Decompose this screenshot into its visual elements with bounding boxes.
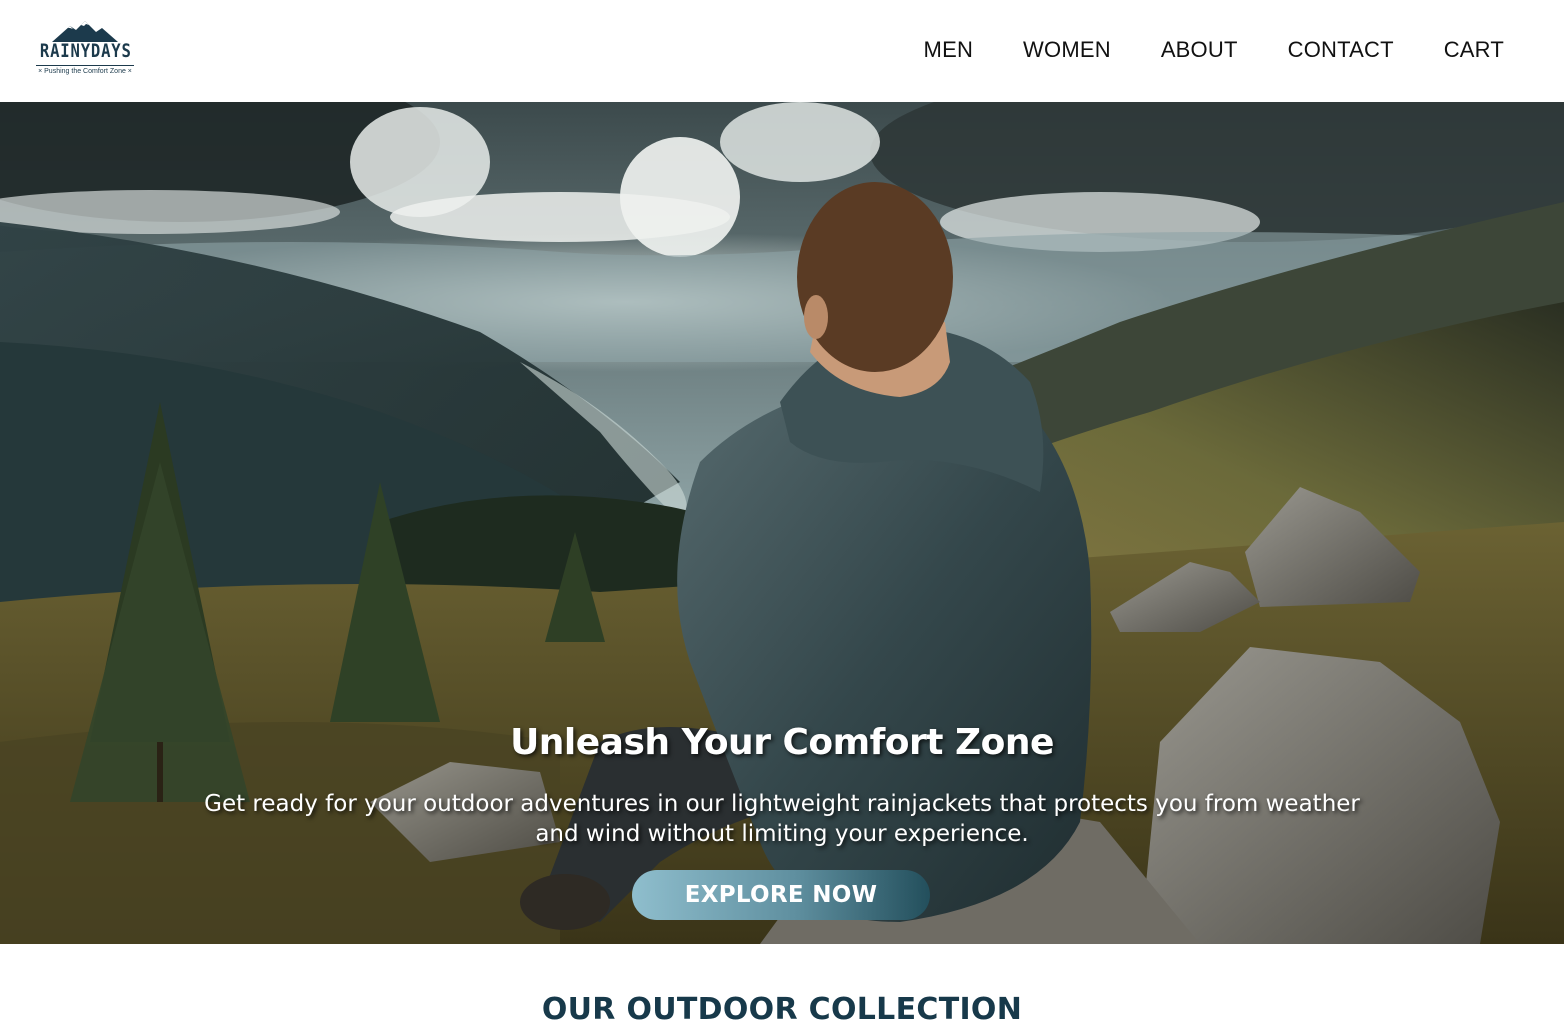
nav-item-contact[interactable]: CONTACT	[1288, 36, 1394, 64]
hero-banner: Unleash Your Comfort Zone Get ready for …	[0, 102, 1564, 944]
site-header: RAINYDAYS × Pushing the Comfort Zone × M…	[0, 0, 1564, 102]
nav-item-men[interactable]: MEN	[924, 36, 974, 64]
hero-title: Unleash Your Comfort Zone	[510, 722, 1054, 763]
nav-item-women[interactable]: WOMEN	[1023, 36, 1111, 64]
logo-wordmark: RAINYDAYS	[39, 40, 132, 62]
explore-now-button[interactable]: EXPLORE NOW	[632, 870, 930, 920]
collection-heading: OUR OUTDOOR COLLECTION	[541, 992, 1023, 1027]
rainydays-logo[interactable]: RAINYDAYS × Pushing the Comfort Zone ×	[30, 20, 140, 82]
nav-item-about[interactable]: ABOUT	[1161, 36, 1238, 64]
mountain-icon	[52, 21, 118, 42]
logo-tagline: × Pushing the Comfort Zone ×	[38, 68, 132, 75]
logo-divider	[36, 65, 134, 66]
hero-description: Get ready for your outdoor adventures in…	[204, 791, 1360, 847]
main-nav: MEN WOMEN ABOUT CONTACT CART	[924, 36, 1504, 64]
nav-item-cart[interactable]: CART	[1444, 36, 1504, 64]
